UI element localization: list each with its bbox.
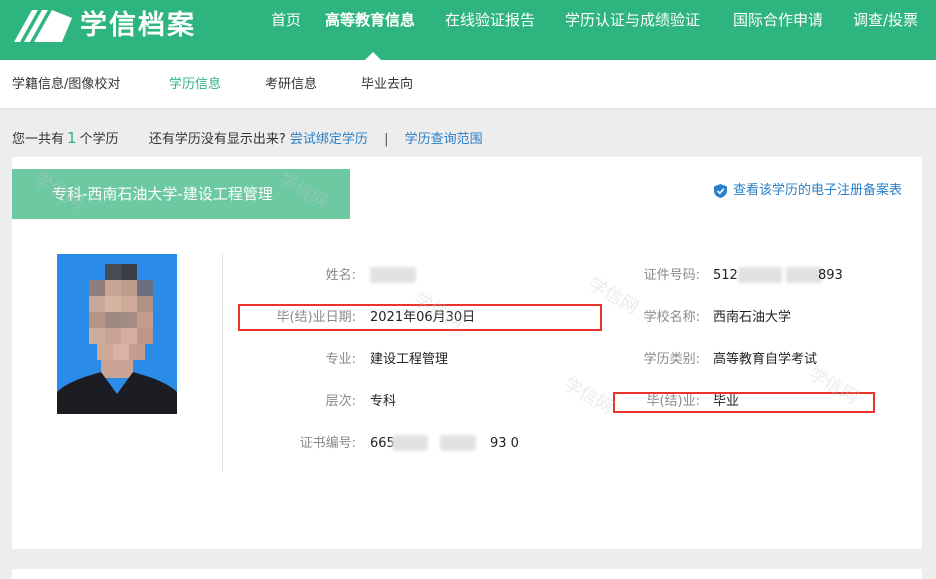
id-number-end: 893 bbox=[818, 268, 843, 283]
name-value-redacted bbox=[370, 267, 416, 283]
school-name-label: 学校名称: bbox=[643, 310, 700, 325]
certificate-number-redacted-2 bbox=[440, 435, 476, 451]
nav-degree-certification[interactable]: 学历认证与成绩验证 bbox=[565, 0, 700, 60]
nav-home[interactable]: 首页 bbox=[271, 0, 301, 60]
link-separator: | bbox=[384, 132, 389, 147]
bind-degree-link[interactable]: 尝试绑定学历 bbox=[290, 132, 368, 147]
highlight-box-graduation-status bbox=[613, 392, 875, 413]
level-label: 层次: bbox=[325, 394, 356, 409]
brand-logo[interactable]: 学信档案 bbox=[12, 4, 196, 48]
certificate-number-end: 93 0 bbox=[490, 436, 519, 451]
major-value: 建设工程管理 bbox=[370, 352, 449, 367]
degree-count: 1 bbox=[67, 129, 77, 147]
sub-navbar: 学籍信息/图像校对 学历信息 考研信息 毕业去向 bbox=[0, 60, 936, 109]
name-label: 姓名: bbox=[325, 268, 356, 283]
nav-online-verification[interactable]: 在线验证报告 bbox=[445, 0, 535, 60]
verify-link-label: 查看该学历的电子注册备案表 bbox=[732, 183, 902, 198]
shield-check-icon bbox=[713, 184, 727, 198]
level-value: 专科 bbox=[370, 394, 397, 409]
nav-international-cooperation[interactable]: 国际合作申请 bbox=[733, 0, 823, 60]
degree-category-label: 学历类别: bbox=[643, 352, 700, 367]
highlight-box-graduation-date bbox=[238, 304, 602, 331]
subnav-postgraduate-info[interactable]: 考研信息 bbox=[265, 60, 317, 109]
top-navbar: 学信档案 首页 高等教育信息 在线验证报告 学历认证与成绩验证 国际合作申请 调… bbox=[0, 0, 936, 60]
certificate-number-redacted bbox=[392, 435, 428, 451]
nav-survey-vote[interactable]: 调查/投票 bbox=[853, 0, 918, 60]
logo-text: 学信档案 bbox=[80, 10, 196, 41]
degree-record-card: 专科-西南石油大学-建设工程管理 查看该学历的电子注册备案表 姓名: 毕(结)业… bbox=[12, 157, 922, 549]
nav-higher-education[interactable]: 高等教育信息 bbox=[325, 0, 415, 60]
id-number-start: 512 bbox=[713, 268, 738, 283]
watermark: 学信网 bbox=[559, 373, 617, 419]
summary-prefix: 您一共有 bbox=[12, 132, 65, 147]
subnav-graduation-destination[interactable]: 毕业去向 bbox=[361, 60, 413, 109]
pixelated-portrait-icon bbox=[57, 254, 177, 414]
id-number-redacted-2 bbox=[786, 267, 822, 283]
certificate-number-label: 证书编号: bbox=[299, 436, 356, 451]
summary-suffix: 个学历 bbox=[79, 132, 119, 147]
major-label: 专业: bbox=[325, 352, 356, 367]
subnav-enrollment-info[interactable]: 学籍信息/图像校对 bbox=[12, 60, 120, 109]
next-card-edge bbox=[12, 569, 922, 579]
id-number-redacted bbox=[738, 267, 782, 283]
student-photo bbox=[57, 254, 177, 414]
summary-question: 还有学历没有显示出来? bbox=[148, 132, 286, 147]
view-registration-form-link[interactable]: 查看该学历的电子注册备案表 bbox=[713, 181, 902, 201]
divider bbox=[222, 254, 223, 472]
school-name-value: 西南石油大学 bbox=[713, 310, 792, 325]
degree-category-value: 高等教育自学考试 bbox=[713, 352, 818, 367]
nav-active-indicator bbox=[365, 52, 381, 60]
logo-book-icon bbox=[14, 10, 72, 42]
degree-summary: 您一共有 1 个学历 还有学历没有显示出来? 尝试绑定学历 | 学历查询范围 bbox=[12, 128, 483, 148]
degree-title: 专科-西南石油大学-建设工程管理 bbox=[12, 169, 350, 219]
query-scope-link[interactable]: 学历查询范围 bbox=[405, 132, 483, 147]
id-number-label: 证件号码: bbox=[643, 268, 700, 283]
subnav-degree-info[interactable]: 学历信息 bbox=[169, 60, 221, 109]
